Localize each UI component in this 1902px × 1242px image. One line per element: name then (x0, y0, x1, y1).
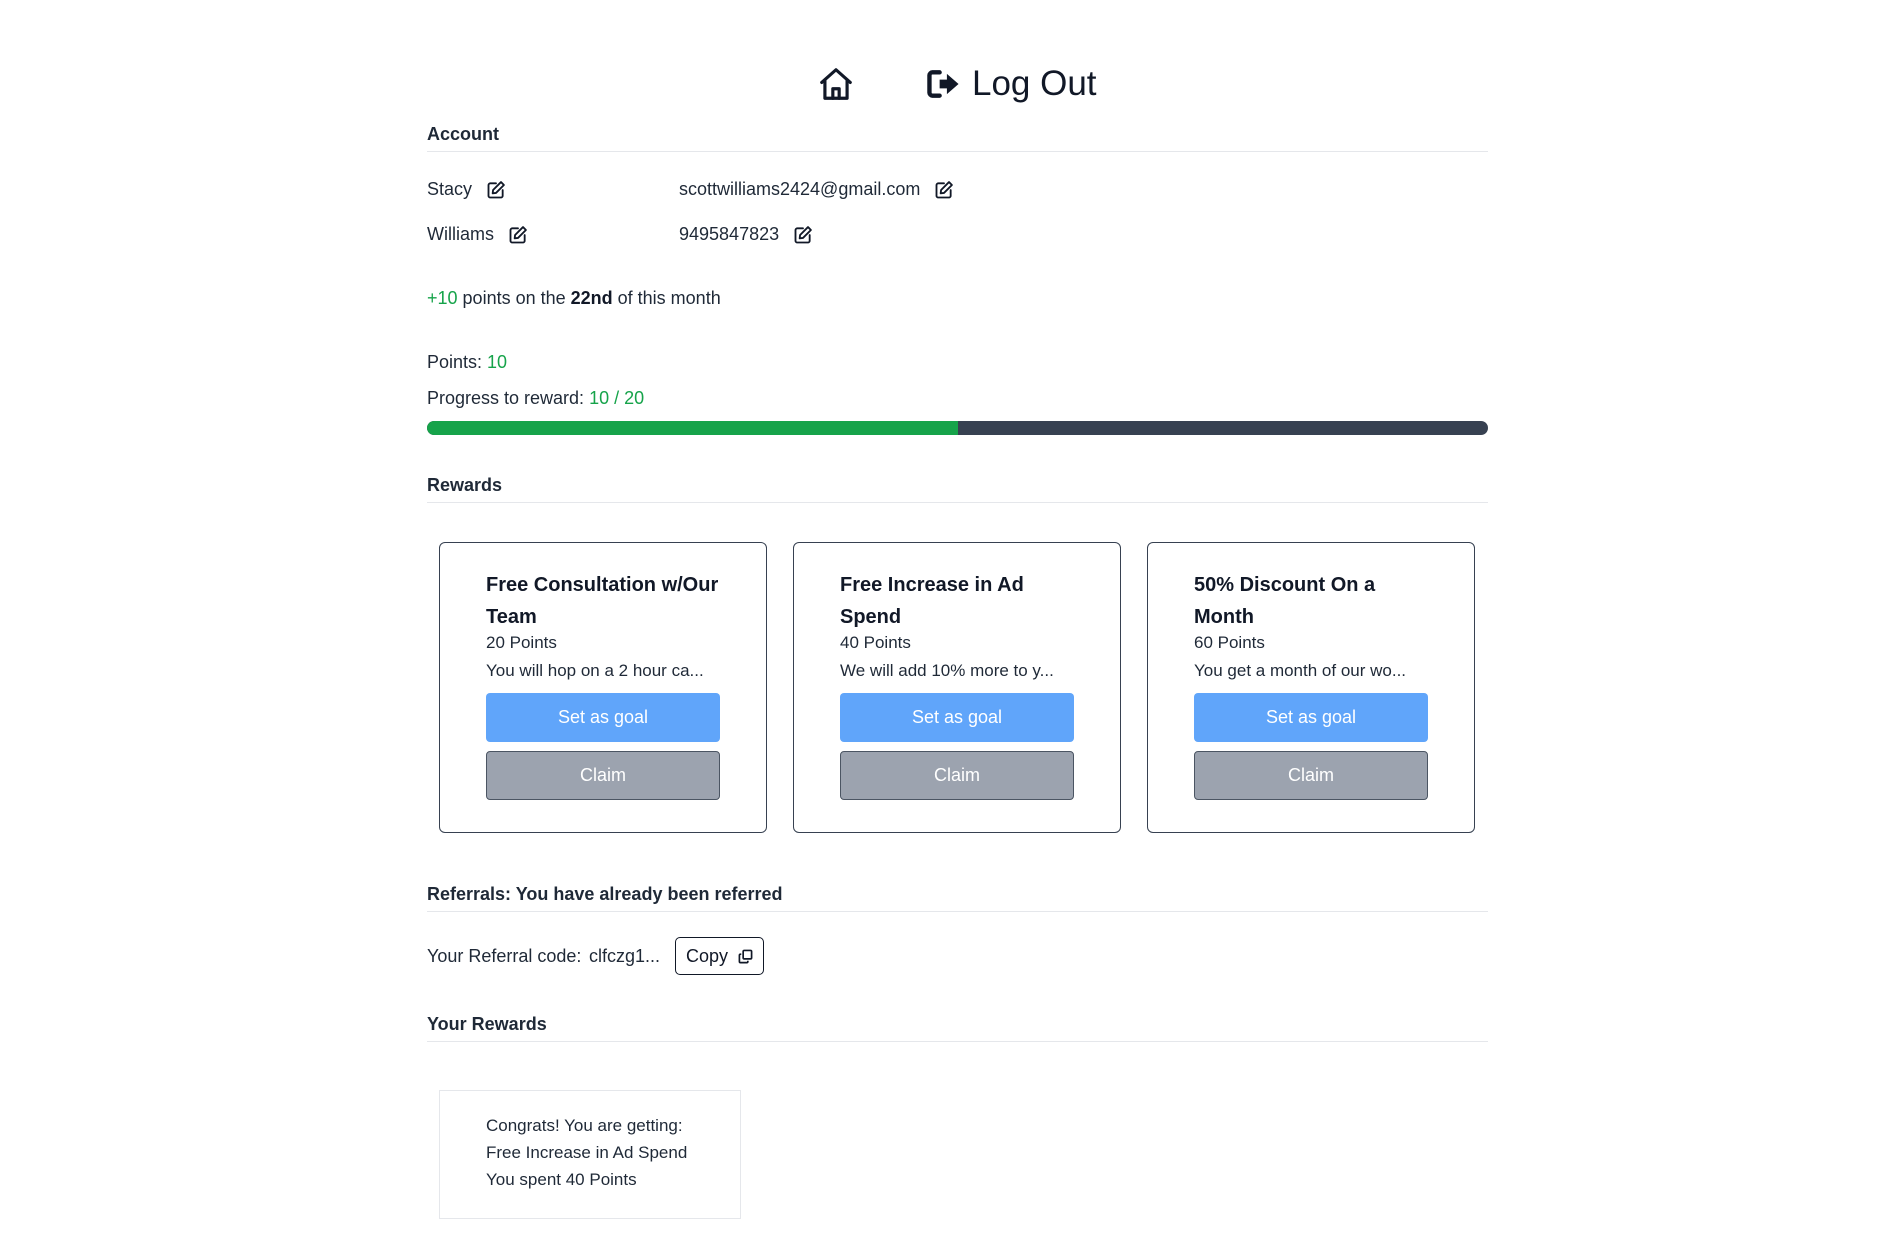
progress-value: 10 / 20 (589, 388, 645, 408)
progress-line: Progress to reward: 10 / 20 (427, 388, 644, 409)
edit-last-name-icon[interactable] (508, 225, 528, 245)
referrals-section-title: Referrals: You have already been referre… (427, 884, 1488, 912)
reward-card-description: We will add 10% more to y... (840, 661, 1054, 680)
points-line: Points: 10 (427, 352, 507, 373)
reward-card: 50% Discount On a Month 60 Points You ge… (1147, 542, 1475, 833)
reward-card-points: 60 Points (1194, 633, 1265, 652)
reward-card: Free Increase in Ad Spend 40 Points We w… (793, 542, 1121, 833)
rewards-section-title: Rewards (427, 475, 1488, 503)
points-value: 10 (487, 352, 508, 372)
reward-progress-bar (427, 421, 1488, 435)
bonus-day: 22nd (570, 288, 613, 308)
reward-card-points: 20 Points (486, 633, 557, 652)
edit-first-name-icon[interactable] (486, 180, 506, 200)
phone-value: 9495847823 (679, 224, 780, 244)
last-name-value: Williams (427, 224, 494, 244)
claimed-reward-line1: Congrats! You are getting: (486, 1116, 683, 1135)
reward-card-title: 50% Discount On a Month (1194, 574, 1376, 628)
set-as-goal-button[interactable]: Set as goal (840, 693, 1074, 742)
reward-card-description: You will hop on a 2 hour ca... (486, 661, 704, 680)
reward-card-description: You get a month of our wo... (1194, 661, 1407, 680)
referral-code-label: Your Referral code: (427, 946, 582, 966)
reward-card-title: Free Increase in Ad Spend (840, 574, 1024, 628)
email-field: scottwilliams2424@gmail.com (679, 179, 954, 200)
set-as-goal-button[interactable]: Set as goal (1194, 693, 1428, 742)
claim-button[interactable]: Claim (486, 751, 720, 800)
reward-card: Free Consultation w/Our Team 20 Points Y… (439, 542, 767, 833)
claimed-reward-card: Congrats! You are getting: Free Increase… (439, 1090, 741, 1219)
reward-progress-fill (427, 421, 958, 435)
your-rewards-section-title: Your Rewards (427, 1014, 1488, 1042)
copy-referral-button[interactable]: Copy (675, 937, 764, 975)
edit-phone-icon[interactable] (793, 225, 813, 245)
copy-icon (738, 949, 753, 963)
account-section-title: Account (427, 124, 1488, 152)
bonus-text-after-day: of this month (612, 288, 721, 308)
reward-card-title: Free Consultation w/Our Team (486, 574, 719, 628)
claimed-reward-line3: You spent 40 Points (486, 1170, 637, 1189)
reward-card-points: 40 Points (840, 633, 911, 652)
copy-label: Copy (685, 945, 729, 966)
edit-email-icon[interactable] (934, 180, 954, 200)
first-name-field: Stacy (427, 179, 506, 200)
claim-button[interactable]: Claim (1194, 751, 1428, 800)
claimed-reward-line2: Free Increase in Ad Spend (486, 1143, 688, 1162)
phone-field: 9495847823 (679, 224, 813, 245)
bonus-amount: +10 (427, 288, 458, 308)
email-value: scottwilliams2424@gmail.com (679, 179, 921, 199)
main-content: Account Stacy Williams scottwilliams2424… (427, 0, 1488, 1242)
first-name-value: Stacy (427, 179, 473, 199)
progress-label: Progress to reward: (427, 388, 590, 408)
bonus-text-before-day: points on the (457, 288, 571, 308)
monthly-bonus-text: +10 points on the 22nd of this month (427, 288, 721, 309)
last-name-field: Williams (427, 224, 528, 245)
set-as-goal-button[interactable]: Set as goal (486, 693, 720, 742)
claim-button[interactable]: Claim (840, 751, 1074, 800)
referral-code-value: clfczg1... (589, 946, 661, 966)
points-label: Points: (427, 352, 488, 372)
